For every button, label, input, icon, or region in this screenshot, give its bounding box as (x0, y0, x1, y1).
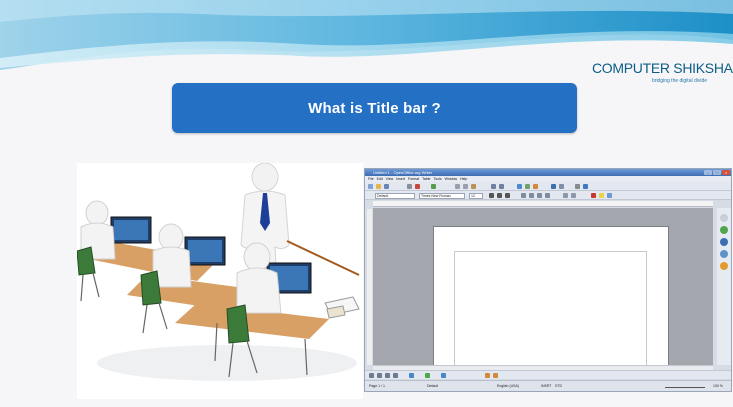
font-color-icon[interactable] (591, 193, 596, 198)
italic-icon[interactable] (497, 193, 502, 198)
highlight-icon[interactable] (599, 193, 604, 198)
rectangle-icon[interactable] (385, 373, 390, 378)
drawing-toolbar (365, 370, 731, 379)
bullets-icon[interactable] (571, 193, 576, 198)
copy-icon[interactable] (463, 184, 468, 189)
spellcheck-icon[interactable] (431, 184, 436, 189)
line-icon[interactable] (377, 373, 382, 378)
writer-window: Untitled 1 - OpenOffice.org Writer – □ ×… (364, 168, 732, 392)
status-language: English (USA) (497, 384, 519, 388)
properties-icon[interactable] (720, 214, 728, 222)
help-icon[interactable] (583, 184, 588, 189)
classroom-illustration (77, 163, 363, 399)
chart-icon[interactable] (533, 184, 538, 189)
background-color-icon[interactable] (607, 193, 612, 198)
select-icon[interactable] (369, 373, 374, 378)
vertical-ruler (367, 209, 372, 365)
shapes-icon[interactable] (425, 373, 430, 378)
new-icon[interactable] (368, 184, 373, 189)
underline-icon[interactable] (505, 193, 510, 198)
navigator-sidebar-icon[interactable] (720, 250, 728, 258)
status-style: Default (427, 384, 439, 388)
maximize-icon[interactable]: □ (713, 170, 721, 175)
zoom-slider[interactable] (665, 387, 705, 388)
table-icon[interactable] (525, 184, 530, 189)
formatting-toolbar: Default Times New Roman 12 (365, 191, 731, 200)
horizontal-ruler (373, 201, 713, 207)
print-icon[interactable] (407, 184, 412, 189)
writer-title-bar[interactable]: Untitled 1 - OpenOffice.org Writer – □ × (365, 169, 731, 176)
undo-icon[interactable] (491, 184, 496, 189)
hyperlink-icon[interactable] (517, 184, 522, 189)
gallery-icon[interactable] (559, 184, 564, 189)
navigator-icon[interactable] (551, 184, 556, 189)
justify-icon[interactable] (545, 193, 550, 198)
slide-title: What is Title bar ? (308, 99, 441, 117)
pdf-icon[interactable] (415, 184, 420, 189)
extrusion-icon[interactable] (493, 373, 498, 378)
close-icon[interactable]: × (722, 170, 730, 175)
style-select[interactable]: Default (375, 192, 415, 199)
writer-sidebar (717, 208, 731, 365)
computer-shiksha-logo: COMPUTER SHIKSHA bridging the digital di… (592, 60, 733, 100)
status-bar: Page 1 / 1 Default English (USA) INSRT S… (365, 380, 731, 391)
text-icon[interactable] (409, 373, 414, 378)
logo-text: COMPUTER SHIKSHA (592, 60, 733, 76)
font-name-select[interactable]: Times New Roman (419, 192, 465, 199)
cut-icon[interactable] (455, 184, 460, 189)
status-page: Page 1 / 1 (369, 384, 385, 388)
window-controls: – □ × (704, 170, 730, 175)
status-selection-mode[interactable]: STD (555, 384, 562, 388)
gallery-sidebar-icon[interactable] (720, 238, 728, 246)
paste-icon[interactable] (471, 184, 476, 189)
functions-icon[interactable] (720, 262, 728, 270)
align-left-icon[interactable] (521, 193, 526, 198)
standard-toolbar (365, 182, 731, 191)
numbering-icon[interactable] (563, 193, 568, 198)
title-banner: What is Title bar ? (172, 83, 577, 133)
redo-icon[interactable] (499, 184, 504, 189)
font-size-select[interactable]: 12 (469, 192, 483, 199)
logo-tagline: bridging the digital divide (652, 78, 708, 84)
text-area[interactable] (454, 251, 647, 371)
align-right-icon[interactable] (537, 193, 542, 198)
minimize-icon[interactable]: – (704, 170, 712, 175)
writer-title: Untitled 1 - OpenOffice.org Writer (373, 170, 433, 175)
slide: COMPUTER SHIKSHA bridging the digital di… (0, 0, 733, 407)
status-zoom: 100 % (713, 384, 723, 388)
zoom-icon[interactable] (575, 184, 580, 189)
document-page (433, 226, 669, 371)
fontwork-icon[interactable] (485, 373, 490, 378)
save-icon[interactable] (384, 184, 389, 189)
styles-icon[interactable] (720, 226, 728, 234)
align-center-icon[interactable] (529, 193, 534, 198)
arrows-icon[interactable] (441, 373, 446, 378)
ellipse-icon[interactable] (393, 373, 398, 378)
status-insert-mode[interactable]: INSRT (541, 384, 551, 388)
document-canvas (373, 208, 713, 371)
open-icon[interactable] (376, 184, 381, 189)
bold-icon[interactable] (489, 193, 494, 198)
